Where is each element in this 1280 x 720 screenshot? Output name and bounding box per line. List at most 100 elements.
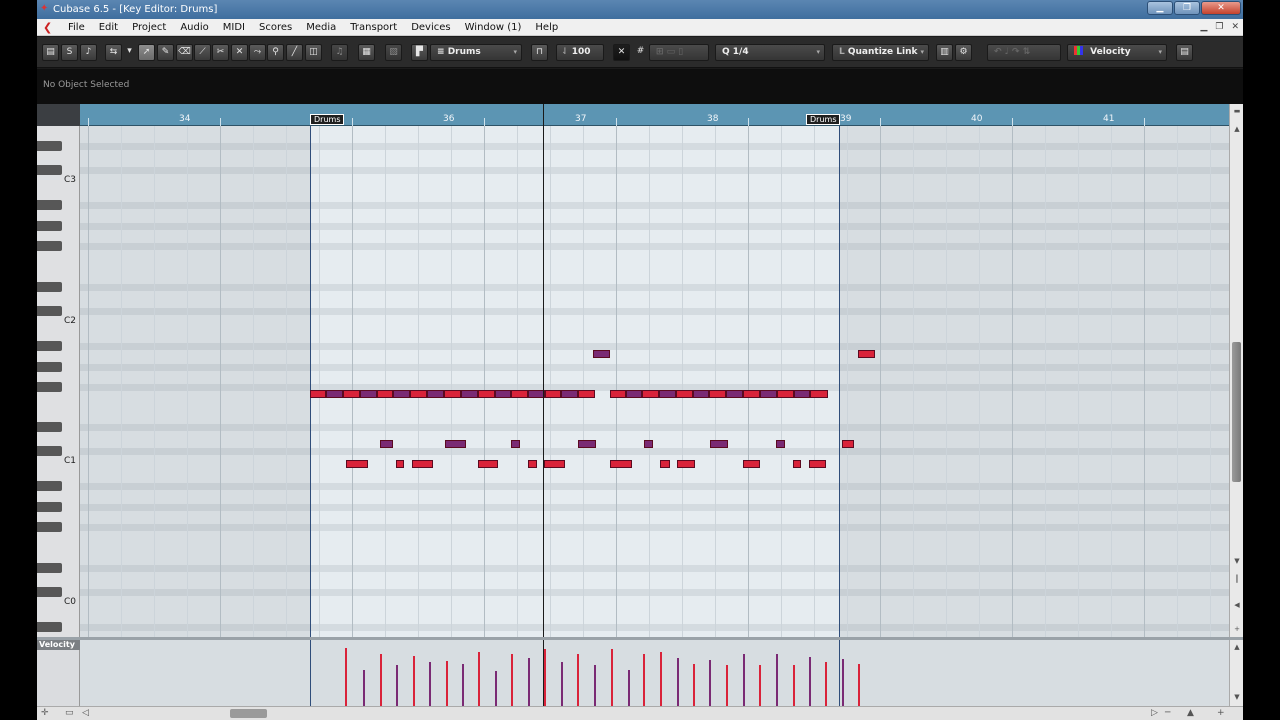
- ruler-tick: [1012, 118, 1013, 126]
- part-end-flag[interactable]: Drums: [806, 114, 841, 125]
- menu-devices[interactable]: Devices: [404, 19, 457, 36]
- grid-type-icon[interactable]: #: [632, 44, 649, 61]
- zoom-handle-icon[interactable]: ◀: [1232, 600, 1242, 610]
- snap-on-off-icon[interactable]: ✕: [613, 44, 630, 61]
- insert-velocity-dropdown[interactable]: ⇃ 100: [556, 44, 604, 61]
- part-start-flag[interactable]: Drums: [310, 114, 345, 125]
- zoom-out-icon[interactable]: ▬: [1232, 106, 1242, 116]
- lane-presets-icon[interactable]: ▭: [65, 708, 74, 719]
- midi-note: [610, 390, 626, 398]
- autoscroll-options-icon[interactable]: ▾: [125, 44, 134, 61]
- key-label-c1: C1: [64, 456, 77, 466]
- line-tool-icon[interactable]: ╱: [286, 44, 303, 61]
- solo-editor-icon[interactable]: S: [61, 44, 78, 61]
- note-grid[interactable]: [80, 126, 1229, 637]
- part-list-dropdown[interactable]: ≡ Drums ▾: [430, 44, 522, 61]
- menu-midi[interactable]: MIDI: [216, 19, 252, 36]
- midi-note: [644, 440, 653, 448]
- menu-audio[interactable]: Audio: [173, 19, 215, 36]
- length-quantize-dropdown[interactable]: L Quantize Link ▾: [832, 44, 929, 61]
- doc-restore-icon[interactable]: ❐: [1215, 21, 1223, 33]
- scroll-down-icon[interactable]: ▼: [1232, 556, 1242, 566]
- erase-tool-icon[interactable]: ⌫: [176, 44, 193, 61]
- horizontal-scrollbar[interactable]: ✛ ▭ ◁ ▷ ─ ▲ +: [37, 706, 1243, 720]
- beat-line: [121, 126, 122, 637]
- scroll-right-icon[interactable]: ▷: [1151, 708, 1158, 719]
- midi-note: [794, 390, 810, 398]
- controller-lane-scrollbar[interactable]: ▲ ▼: [1229, 640, 1243, 706]
- object-selection-tool-icon[interactable]: ➚: [138, 44, 155, 61]
- zoom-tool-icon[interactable]: ⚲: [267, 44, 284, 61]
- autoscroll-icon[interactable]: ⇆: [105, 44, 122, 61]
- vertical-scroll-thumb[interactable]: [1232, 342, 1241, 482]
- listen-icon[interactable]: ♪: [80, 44, 97, 61]
- indicate-transpositions-icon[interactable]: ▧: [385, 44, 402, 61]
- beat-line: [715, 126, 716, 637]
- velocity-bar: [544, 649, 546, 706]
- zoom-in-icon[interactable]: +: [1232, 624, 1242, 634]
- time-warp-tool-icon[interactable]: ◫: [305, 44, 322, 61]
- ruler-tick: [1144, 118, 1145, 126]
- quantize-preset-dropdown[interactable]: Q 1/4 ▾: [715, 44, 825, 61]
- menu-transport[interactable]: Transport: [343, 19, 404, 36]
- show-info-icon[interactable]: ▦: [358, 44, 375, 61]
- piano-keyboard[interactable]: C3 C2 C1 C0: [37, 126, 80, 637]
- scroll-up-icon[interactable]: ▲: [1232, 124, 1242, 134]
- edit-active-part-icon[interactable]: ▛: [411, 44, 428, 61]
- doc-minimize-icon[interactable]: ▁: [1200, 21, 1207, 33]
- doc-close-icon[interactable]: ✕: [1231, 21, 1239, 33]
- set-up-window-icon[interactable]: ▤: [1176, 44, 1193, 61]
- mute-tool-icon[interactable]: ✕: [231, 44, 248, 61]
- show-inspector-icon[interactable]: ▤: [42, 44, 59, 61]
- info-line: No Object Selected: [37, 69, 1243, 104]
- controller-lane-dropdown[interactable]: Velocity ▾: [1067, 44, 1167, 61]
- project-cursor[interactable]: [543, 104, 544, 637]
- velocity-bar: [561, 662, 563, 706]
- bar-ruler[interactable]: 34 36 37 38 40 41 39 Drums Drums: [80, 104, 1229, 126]
- chord-editing-icon[interactable]: ▥: [936, 44, 953, 61]
- maximize-button[interactable]: ❐: [1174, 1, 1200, 15]
- app-menu-icon[interactable]: ❮: [43, 21, 52, 34]
- menu-media[interactable]: Media: [299, 19, 343, 36]
- scroll-left-icon[interactable]: ◁: [82, 708, 89, 719]
- controller-lane-name[interactable]: Velocity: [37, 640, 80, 650]
- menu-scores[interactable]: Scores: [252, 19, 299, 36]
- lane-scroll-down-icon[interactable]: ▼: [1232, 692, 1242, 702]
- glue-tool-icon[interactable]: ⤳: [249, 44, 266, 61]
- length-icon: L: [839, 47, 848, 57]
- menu-file[interactable]: File: [61, 19, 92, 36]
- title-bar: ✦ Cubase 6.5 - [Key Editor: Drums] ▁ ❐ ✕: [37, 0, 1243, 19]
- black-key: [37, 282, 62, 292]
- horizontal-scroll-thumb[interactable]: [230, 709, 267, 718]
- close-button[interactable]: ✕: [1201, 1, 1241, 15]
- draw-tool-icon[interactable]: ✎: [157, 44, 174, 61]
- velocity-lane[interactable]: [80, 640, 1229, 706]
- vertical-zoom-slider-icon[interactable]: ┃: [1232, 574, 1242, 584]
- zoom-out-horizontal-icon[interactable]: ─: [1165, 708, 1170, 719]
- menu-help[interactable]: Help: [528, 19, 565, 36]
- independent-track-loop-icon[interactable]: ⚙: [955, 44, 972, 61]
- step-input-icon[interactable]: ⊓: [531, 44, 548, 61]
- menu-edit[interactable]: Edit: [92, 19, 125, 36]
- midi-note: [760, 390, 777, 398]
- lane-scroll-up-icon[interactable]: ▲: [1232, 642, 1242, 652]
- bar-line: [1144, 126, 1145, 637]
- length-quantize-value: Quantize Link: [847, 47, 918, 57]
- add-lane-icon[interactable]: ✛: [41, 708, 49, 719]
- zoom-in-horizontal-icon[interactable]: +: [1217, 708, 1225, 719]
- minimize-button[interactable]: ▁: [1147, 1, 1173, 15]
- black-key: [37, 200, 62, 210]
- snap-type-dropdown[interactable]: ⊞ ▭ ▯: [649, 44, 709, 61]
- menu-window[interactable]: Window (1): [458, 19, 529, 36]
- zoom-slider-handle-icon[interactable]: ▲: [1187, 708, 1194, 719]
- trim-tool-icon[interactable]: ⟋: [194, 44, 211, 61]
- part-end-line: [839, 640, 840, 706]
- menu-project[interactable]: Project: [125, 19, 173, 36]
- ruler-tick: [748, 118, 749, 126]
- acoustic-feedback-icon[interactable]: ♫: [331, 44, 348, 61]
- midi-note: [393, 390, 410, 398]
- colors-dropdown[interactable]: ↶ ♩ ↷ ⇅: [987, 44, 1061, 61]
- midi-note: [743, 390, 760, 398]
- vertical-scrollbar[interactable]: ▬ ▲ ▼ ┃ ◀ +: [1229, 104, 1243, 637]
- split-tool-icon[interactable]: ✂: [212, 44, 229, 61]
